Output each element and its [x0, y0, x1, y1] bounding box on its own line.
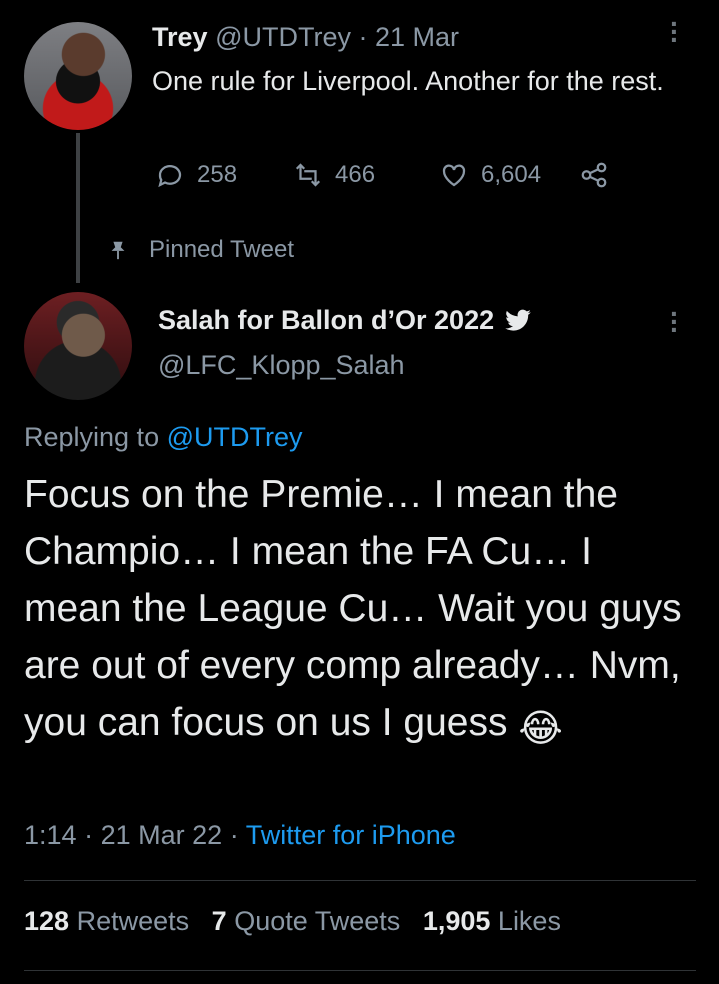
- display-name[interactable]: Salah for Ballon d’Or 2022: [158, 305, 494, 336]
- handle[interactable]: @LFC_Klopp_Salah: [158, 350, 405, 381]
- pin-icon: [111, 241, 125, 260]
- like-button[interactable]: 6,604: [439, 160, 541, 190]
- retweets-stat[interactable]: 128 Retweets: [24, 906, 189, 936]
- likes-stat[interactable]: 1,905 Likes: [423, 906, 561, 936]
- tweet-source-link[interactable]: Twitter for iPhone: [246, 820, 456, 850]
- dot-separator: ·: [229, 820, 239, 850]
- tweet-text: Focus on the Premie… I mean the Champio……: [24, 473, 682, 744]
- retweet-icon: [295, 163, 321, 187]
- retweet-button[interactable]: 466: [293, 160, 375, 190]
- retweets-count: 128: [24, 906, 70, 936]
- thread-line: [76, 133, 80, 283]
- avatar[interactable]: [24, 22, 132, 130]
- pinned-indicator: Pinned Tweet: [107, 236, 294, 264]
- tweet-meta: 1:14 · 21 Mar 22 · Twitter for iPhone: [24, 820, 456, 851]
- share-button[interactable]: [579, 160, 609, 190]
- reply-icon: [158, 165, 182, 188]
- handle[interactable]: @UTDTrey: [215, 22, 351, 52]
- more-options-icon[interactable]: · · ·: [670, 10, 679, 54]
- likes-label: Likes: [497, 906, 561, 936]
- replying-to: Replying to @UTDTrey: [24, 422, 303, 453]
- tweet-stats: 128 Retweets 7 Quote Tweets 1,905 Likes: [24, 906, 561, 937]
- replying-handle-link[interactable]: @UTDTrey: [167, 422, 303, 452]
- dot-separator: ·: [84, 820, 94, 850]
- reply-count: 258: [197, 161, 238, 188]
- quotes-label: Quote Tweets: [234, 906, 401, 936]
- divider: [24, 880, 696, 881]
- divider: [24, 970, 696, 971]
- display-name[interactable]: Trey: [152, 22, 208, 52]
- display-name-row: Salah for Ballon d’Or 2022: [158, 305, 532, 336]
- like-count: 6,604: [481, 161, 542, 188]
- tweet-time[interactable]: 1:14: [24, 820, 77, 850]
- retweets-label: Retweets: [76, 906, 190, 936]
- likes-count: 1,905: [422, 906, 491, 936]
- share-icon: [581, 162, 607, 188]
- tweet-header: Trey @UTDTrey · 21 Mar: [152, 22, 459, 53]
- tweet-text-block: Focus on the Premie… I mean the Champio……: [24, 466, 694, 757]
- tears-of-joy-emoji: 😂: [518, 706, 563, 750]
- reply-button[interactable]: 258: [155, 160, 237, 190]
- avatar[interactable]: [24, 292, 132, 400]
- tweet-date[interactable]: 21 Mar: [375, 22, 459, 52]
- twitter-bird-icon: [505, 309, 531, 331]
- replying-prefix: Replying to: [24, 422, 160, 452]
- quotes-stat[interactable]: 7 Quote Tweets: [212, 906, 401, 936]
- quotes-count: 7: [211, 906, 227, 936]
- tweet-text: One rule for Liverpool. Another for the …: [152, 66, 664, 96]
- dot-separator: ·: [358, 22, 368, 52]
- retweet-count: 466: [335, 161, 376, 188]
- tweet-date[interactable]: 21 Mar 22: [101, 820, 223, 850]
- pinned-label: Pinned Tweet: [149, 236, 294, 263]
- heart-icon: [442, 164, 466, 187]
- more-options-icon[interactable]: · · ·: [670, 300, 679, 344]
